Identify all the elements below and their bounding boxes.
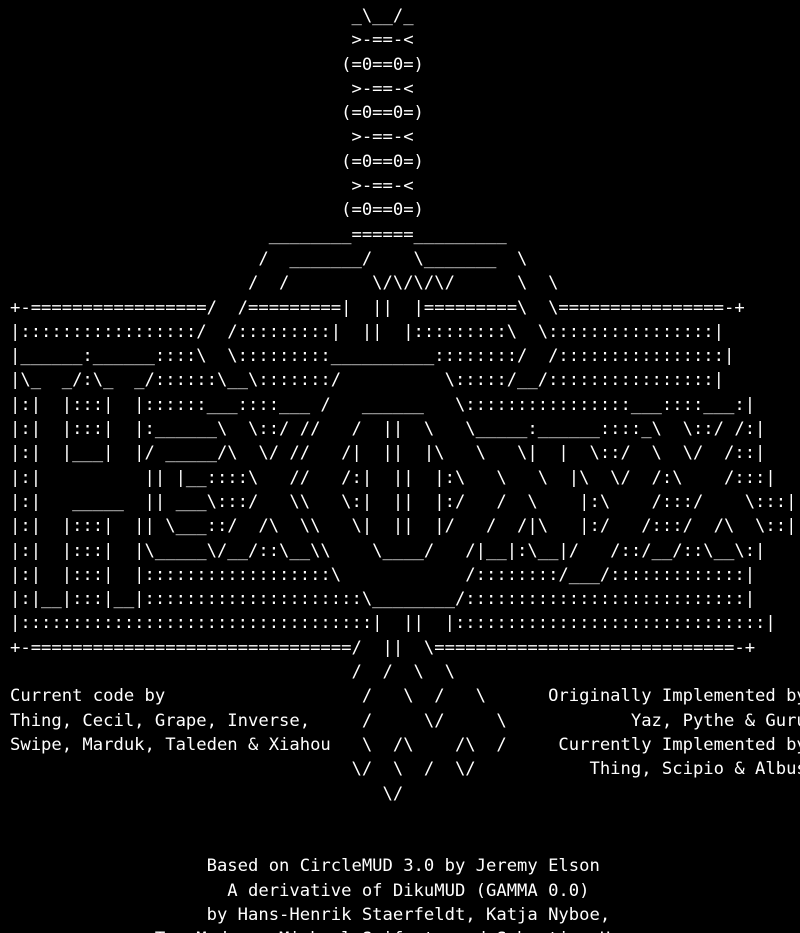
- ascii-art-line: / _______/ \_______ \: [10, 248, 528, 269]
- ascii-art-line: +-===============================/ || \=…: [10, 637, 756, 658]
- ascii-art-line: (=0==0=): [10, 54, 424, 75]
- ascii-art-line: (=0==0=): [10, 151, 424, 172]
- ascii-art-line: |:| _____ || ___\:::/ \\ \:| || |:/ / \ …: [10, 491, 797, 512]
- ascii-art-line: _\__/_: [10, 6, 414, 26]
- ascii-art-line: >-==-<: [10, 176, 414, 197]
- ascii-art-line: |:| |:::| |::::::___::::___ / ______ \::…: [10, 394, 756, 415]
- ascii-art-line: |\_ _/:\_ _/::::::\__\:::::::/ \:::::/__…: [10, 370, 724, 391]
- ascii-art-line: |:| |:::| |::::::::::::::::::\ /::::::::…: [10, 564, 756, 585]
- credit-row: Thing, Cecil, Grape, Inverse, / \/ \ Yaz…: [10, 710, 800, 731]
- ascii-art-line: (=0==0=): [10, 200, 424, 221]
- ascii-art-line: |:| |:::| |\_____\/__/::\__\\ \____/ /|_…: [10, 540, 766, 561]
- ascii-art-line: |:::::::::::::::::/ /:::::::::| || |::::…: [10, 321, 724, 342]
- ascii-art-line: (=0==0=): [10, 103, 424, 124]
- ascii-art-tail: \/: [10, 783, 404, 804]
- ascii-art-line: |______:______::::\ \:::::::::__________…: [10, 346, 735, 367]
- ascii-art-line: ________======_________: [10, 224, 507, 245]
- ascii-art-line: / / \/\/\/\/ \ \: [10, 273, 559, 294]
- ascii-art-line: |:| |:::| |:______\ \::/ // / || \ \____…: [10, 419, 766, 440]
- ascii-art-line: |:|__|:::|__|:::::::::::::::::::::\_____…: [10, 589, 756, 610]
- based-on-line: Based on CircleMUD 3.0 by Jeremy Elson: [10, 856, 600, 877]
- credit-row: \/ \ / \/ Thing, Scipio & Albus: [10, 759, 800, 780]
- ascii-art-line: |::::::::::::::::::::::::::::::::::| || …: [10, 613, 776, 634]
- ascii-art-line: >-==-<: [10, 78, 414, 99]
- credit-row: Swipe, Marduk, Taleden & Xiahou \ /\ /\ …: [10, 734, 800, 755]
- ascii-art-line: >-==-<: [10, 30, 414, 51]
- ascii-art-line: +-=================/ /=========| || |===…: [10, 297, 745, 318]
- ascii-art-line: |:| |:::| || \___::/ /\ \\ \| || |/ / /|…: [10, 516, 797, 537]
- based-on-line: A derivative of DikuMUD (GAMMA 0.0): [10, 880, 590, 901]
- ascii-art-line: |:| |___| |/ _____/\ \/ // /| || |\ \ \|…: [10, 443, 766, 464]
- credit-row: Current code by / \ / \ Originally Imple…: [10, 686, 800, 707]
- terminal-screen: _\__/_ >-==-< (=0==0=) >-==-< (=0==0=) >…: [10, 4, 800, 933]
- ascii-art-line: |:| || |__::::\ // /:| || |:\ \ \ |\ \/ …: [10, 467, 776, 488]
- ascii-art-line: / / \ \: [10, 662, 455, 683]
- based-on-line: by Hans-Henrik Staerfeldt, Katja Nyboe,: [10, 904, 611, 925]
- ascii-art-line: >-==-<: [10, 127, 414, 148]
- terminal-window[interactable]: _\__/_ >-==-< (=0==0=) >-==-< (=0==0=) >…: [0, 0, 800, 933]
- based-on-line: Tom Madsen, Michael Seifert, and Sebasti…: [10, 927, 800, 933]
